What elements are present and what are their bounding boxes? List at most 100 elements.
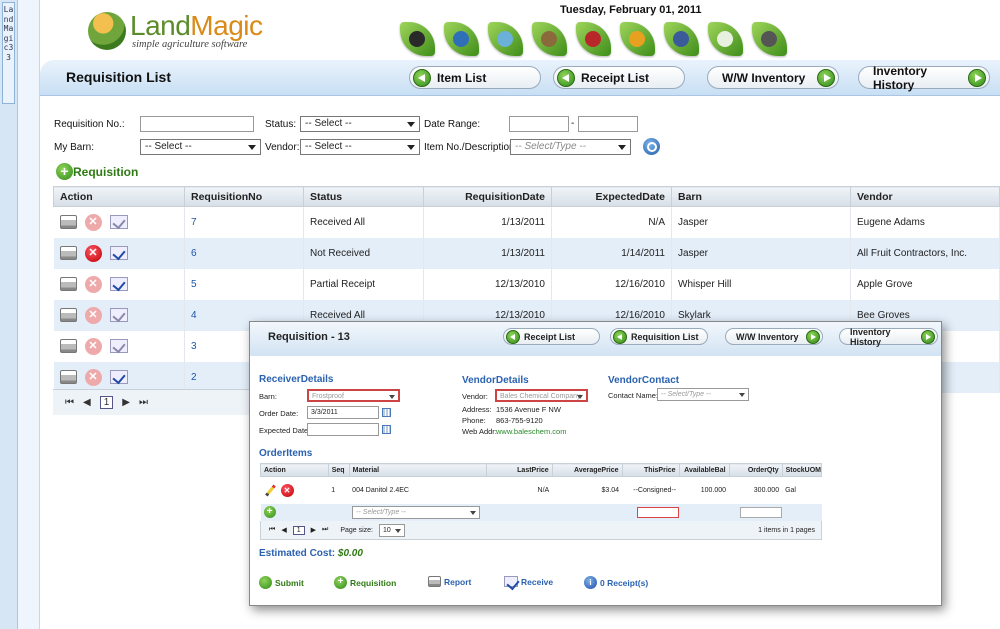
receipts-button[interactable]: i 0 Receipt(s): [584, 576, 648, 589]
receive-check-icon[interactable]: [109, 339, 128, 353]
add-item-icon[interactable]: +: [263, 506, 276, 518]
page-number[interactable]: 1: [99, 396, 114, 409]
status-select[interactable]: -- Select --: [300, 116, 420, 132]
delete-icon[interactable]: ✕: [84, 368, 102, 386]
dialog-requisition-list-button[interactable]: Requisition List: [610, 328, 708, 345]
next-page-icon[interactable]: ▶: [122, 397, 130, 408]
page-number[interactable]: 1: [292, 525, 305, 535]
last-page-icon[interactable]: ⏭: [139, 397, 148, 408]
add-requisition-button[interactable]: + Requisition: [56, 163, 138, 180]
dialog-inventory-history-button[interactable]: Inventory History: [839, 327, 938, 347]
inventory-history-button[interactable]: Inventory History: [858, 64, 990, 92]
contact-name-select[interactable]: -- Select/Type --: [657, 388, 749, 401]
page-size-select[interactable]: 10: [379, 523, 405, 537]
table-row[interactable]: ✕ 6 Not Received 1/13/2011 1/14/2011 Jas…: [53, 237, 1000, 269]
delete-icon[interactable]: ✕: [84, 337, 102, 355]
receipt-list-button[interactable]: Receipt List: [553, 66, 685, 89]
dialog-vendor-select[interactable]: Bales Chemical Company: [495, 389, 588, 402]
dialog-barn-select[interactable]: Frostproof: [307, 389, 400, 402]
search-icon[interactable]: [643, 138, 660, 155]
dialog-receipt-list-button[interactable]: Receipt List: [503, 328, 600, 345]
requisition-link[interactable]: 6: [191, 248, 197, 259]
prev-page-icon[interactable]: ◀: [83, 397, 91, 408]
warehouse-icon[interactable]: [752, 22, 787, 56]
print-icon[interactable]: [59, 246, 77, 260]
ww-inventory-button[interactable]: W/W Inventory: [707, 66, 839, 89]
item-list-button[interactable]: Item List: [409, 66, 541, 89]
column-header-vendor[interactable]: Vendor: [850, 186, 1000, 207]
requisition-no-label: Requisition No.:: [54, 119, 125, 130]
receive-check-icon[interactable]: [109, 370, 128, 384]
date-range-end-input[interactable]: [578, 116, 638, 132]
material-select[interactable]: -- Select/Type --: [352, 505, 481, 519]
delete-icon[interactable]: ✕: [84, 213, 102, 231]
globe-icon[interactable]: [444, 22, 479, 56]
barn-icon[interactable]: [576, 22, 611, 56]
vendor-website-link[interactable]: www.baleschem.com: [496, 427, 566, 436]
this-price-input[interactable]: [637, 506, 680, 518]
dialog-ww-inventory-button[interactable]: W/W Inventory: [725, 328, 823, 345]
produce-icon[interactable]: [620, 22, 655, 56]
delete-icon[interactable]: ✕: [84, 244, 102, 262]
field-icon[interactable]: [532, 22, 567, 56]
requisition-link[interactable]: 7: [191, 217, 197, 228]
prev-page-icon[interactable]: ◀: [281, 526, 286, 534]
edit-pencil-icon[interactable]: [264, 484, 277, 497]
expected-date-input[interactable]: [307, 423, 379, 436]
new-order-item-row[interactable]: + -- Select/Type --: [260, 503, 822, 521]
order-date-input[interactable]: 3/3/2011: [307, 406, 379, 419]
submit-button[interactable]: Submit: [259, 576, 304, 589]
left-side-tab[interactable]: LandMagic33: [2, 2, 15, 104]
date-range-start-input[interactable]: [509, 116, 569, 132]
print-icon[interactable]: [59, 339, 77, 353]
delete-icon[interactable]: ✕: [84, 275, 102, 293]
requisition-link[interactable]: 3: [191, 341, 197, 352]
receive-check-icon[interactable]: [109, 215, 128, 230]
receive-button[interactable]: Receive: [504, 576, 553, 587]
seed-icon[interactable]: [400, 22, 435, 56]
money-icon[interactable]: [708, 22, 743, 56]
tablet-icon[interactable]: [664, 22, 699, 56]
requisition-link[interactable]: 5: [191, 279, 197, 290]
order-qty-input[interactable]: [740, 506, 783, 518]
first-page-icon[interactable]: ⏮: [269, 526, 275, 534]
report-button[interactable]: Report: [428, 576, 471, 587]
requisition-link[interactable]: 4: [191, 310, 197, 321]
vendor-select[interactable]: -- Select --: [300, 139, 420, 155]
order-items-heading: OrderItems: [259, 448, 313, 459]
receive-check-icon[interactable]: [109, 277, 128, 291]
column-header-expecteddate[interactable]: ExpectedDate: [551, 186, 672, 207]
requisition-link[interactable]: 2: [191, 372, 197, 383]
landmagic-logo[interactable]: LandMagic simple agriculture software: [88, 10, 268, 52]
delete-icon[interactable]: ✕: [84, 306, 102, 324]
next-page-icon[interactable]: ▶: [311, 526, 316, 534]
requisition-no-input[interactable]: [140, 116, 254, 132]
calendar-icon[interactable]: [382, 425, 391, 434]
print-icon[interactable]: [59, 215, 77, 230]
calendar-icon[interactable]: [382, 408, 391, 417]
new-requisition-button[interactable]: + Requisition: [334, 576, 396, 589]
item-description-select[interactable]: -- Select/Type --: [510, 139, 631, 155]
column-header-barn[interactable]: Barn: [671, 186, 851, 207]
table-row[interactable]: ✕ 7 Received All 1/13/2011 N/A Jasper Eu…: [53, 206, 1000, 238]
receive-check-icon[interactable]: [109, 246, 128, 260]
column-header-action[interactable]: Action: [53, 186, 185, 207]
table-row[interactable]: ✕ 5 Partial Receipt 12/13/2010 12/16/201…: [53, 268, 1000, 300]
print-icon[interactable]: [59, 308, 77, 322]
column-header-requisitiondate[interactable]: RequisitionDate: [423, 186, 552, 207]
irrigation-icon[interactable]: [488, 22, 523, 56]
module-icon-bar: [400, 22, 787, 56]
receive-check-icon[interactable]: [109, 308, 128, 322]
last-page-icon[interactable]: ⏭: [322, 526, 328, 534]
delete-icon[interactable]: ✕: [280, 483, 294, 497]
column-header-requisitionno[interactable]: RequisitionNo: [184, 186, 304, 207]
first-page-icon[interactable]: ⏮: [65, 397, 74, 408]
column-header-status[interactable]: Status: [303, 186, 424, 207]
print-icon: [428, 576, 441, 587]
print-icon[interactable]: [59, 277, 77, 291]
barn-select[interactable]: -- Select --: [140, 139, 261, 155]
order-item-row[interactable]: ✕ 1 004 Danitol 2.4EC N/A $3.04 --Consig…: [261, 477, 822, 504]
print-icon[interactable]: [59, 370, 77, 384]
left-rail: LandMagic33: [0, 0, 18, 629]
arrow-right-icon: [806, 329, 820, 344]
